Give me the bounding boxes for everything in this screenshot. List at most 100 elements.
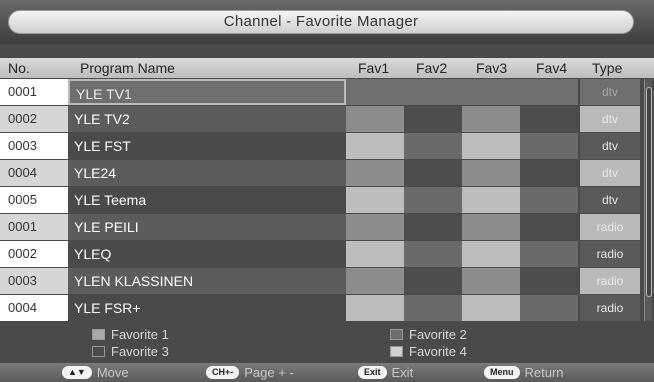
fav4-cell[interactable] [520,133,578,159]
fav2-cell[interactable] [404,268,462,294]
legend-fav2-label: Favorite 2 [409,327,467,342]
column-header-type: Type [592,60,623,76]
fav2-cell[interactable] [404,241,462,267]
fav4-cell[interactable] [520,241,578,267]
return-hint[interactable]: Menu Return [484,364,564,381]
channel-type: radio [580,241,640,267]
channel-type: dtv [580,133,640,159]
column-header-no: No. [8,60,30,76]
fav2-cell[interactable] [404,79,462,105]
scrollbar[interactable] [644,79,652,321]
channel-number: 0003 [0,133,68,159]
fav1-cell[interactable] [346,133,404,159]
table-row[interactable]: 0005 YLE Teema dtv [0,187,654,213]
fav4-cell[interactable] [520,268,578,294]
fav2-cell[interactable] [404,187,462,213]
channel-type: radio [580,214,640,240]
legend-fav1: Favorite 1 [92,327,169,343]
fav2-cell[interactable] [404,295,462,321]
channel-type: dtv [580,187,640,213]
help-bar: ▲▼ Move CH+- Page + - Exit Exit Menu Return [0,363,654,382]
program-name: YLE FSR+ [68,295,346,321]
program-name: YLE PEILI [68,214,346,240]
exit-key-icon: Exit [358,366,387,379]
table-row[interactable]: 0003 YLE FST dtv [0,133,654,159]
scrollbar-thumb[interactable] [646,87,652,297]
fav1-cell[interactable] [346,214,404,240]
channel-type: radio [580,268,640,294]
favorite-legend: Favorite 1 Favorite 2 Favorite 3 Favorit… [0,324,654,362]
exit-label: Exit [391,365,414,380]
program-name: YLE FST [68,133,346,159]
channel-type: dtv [580,160,640,186]
up-down-key-icon: ▲▼ [62,366,92,379]
ch-key-icon: CH+- [206,366,240,379]
exit-hint[interactable]: Exit Exit [358,364,413,381]
column-header-fav1: Fav1 [358,60,390,76]
legend-fav3: Favorite 3 [92,344,169,360]
channel-number: 0002 [0,106,68,132]
program-name: YLE TV2 [68,106,346,132]
fav4-cell[interactable] [520,295,578,321]
table-header: No. Program Name Fav1 Fav2 Fav3 Fav4 Typ… [0,58,654,78]
move-hint: ▲▼ Move [62,364,129,381]
program-name: YLE Teema [68,187,346,213]
channel-number: 0004 [0,160,68,186]
fav3-cell[interactable] [462,214,520,240]
program-name: YLEN KLASSINEN [68,268,346,294]
legend-fav1-label: Favorite 1 [111,327,169,342]
table-row[interactable]: 0004 YLE24 dtv [0,160,654,186]
column-header-fav3: Fav3 [476,60,508,76]
fav1-cell[interactable] [346,79,404,105]
program-name: YLEQ [68,241,346,267]
legend-fav4: Favorite 4 [390,344,467,360]
column-header-program-name: Program Name [80,60,175,76]
fav1-cell[interactable] [346,268,404,294]
fav2-cell[interactable] [404,214,462,240]
fav2-cell[interactable] [404,160,462,186]
fav3-cell[interactable] [462,133,520,159]
fav4-swatch [390,346,403,357]
table-row[interactable]: 0002 YLE TV2 dtv [0,106,654,132]
move-label: Move [96,365,129,380]
fav1-swatch [92,329,105,340]
fav4-cell[interactable] [520,160,578,186]
channel-number: 0002 [0,241,68,267]
fav3-swatch [92,346,105,357]
fav1-cell[interactable] [346,106,404,132]
return-label: Return [524,365,564,380]
fav1-cell[interactable] [346,187,404,213]
fav1-cell[interactable] [346,295,404,321]
table-row[interactable]: 0002 YLEQ radio [0,241,654,267]
fav3-cell[interactable] [462,295,520,321]
fav3-cell[interactable] [462,79,520,105]
table-row[interactable]: 0004 YLE FSR+ radio [0,295,654,321]
table-row[interactable]: 0001 YLE PEILI radio [0,214,654,240]
fav4-cell[interactable] [520,79,578,105]
fav3-cell[interactable] [462,106,520,132]
page-title: Channel - Favorite Manager [8,10,634,34]
fav4-cell[interactable] [520,106,578,132]
fav3-cell[interactable] [462,268,520,294]
fav3-cell[interactable] [462,160,520,186]
fav3-cell[interactable] [462,187,520,213]
fav3-cell[interactable] [462,241,520,267]
program-name: YLE24 [68,160,346,186]
legend-fav4-label: Favorite 4 [409,344,467,359]
legend-fav3-label: Favorite 3 [111,344,169,359]
page-label: Page + - [244,365,294,380]
table-row[interactable]: 0003 YLEN KLASSINEN radio [0,268,654,294]
fav1-cell[interactable] [346,160,404,186]
fav2-cell[interactable] [404,133,462,159]
title-bar: Channel - Favorite Manager [0,0,654,44]
table-row[interactable]: 0001 YLE TV1 dtv [0,79,654,105]
fav2-cell[interactable] [404,106,462,132]
legend-fav2: Favorite 2 [390,327,467,343]
channel-number: 0003 [0,268,68,294]
fav4-cell[interactable] [520,214,578,240]
fav1-cell[interactable] [346,241,404,267]
fav4-cell[interactable] [520,187,578,213]
program-name: YLE TV1 [68,79,346,105]
channel-list: 0001 YLE TV1 dtv 0002 YLE TV2 dtv 0003 Y… [0,79,654,322]
channel-type: dtv [580,106,640,132]
